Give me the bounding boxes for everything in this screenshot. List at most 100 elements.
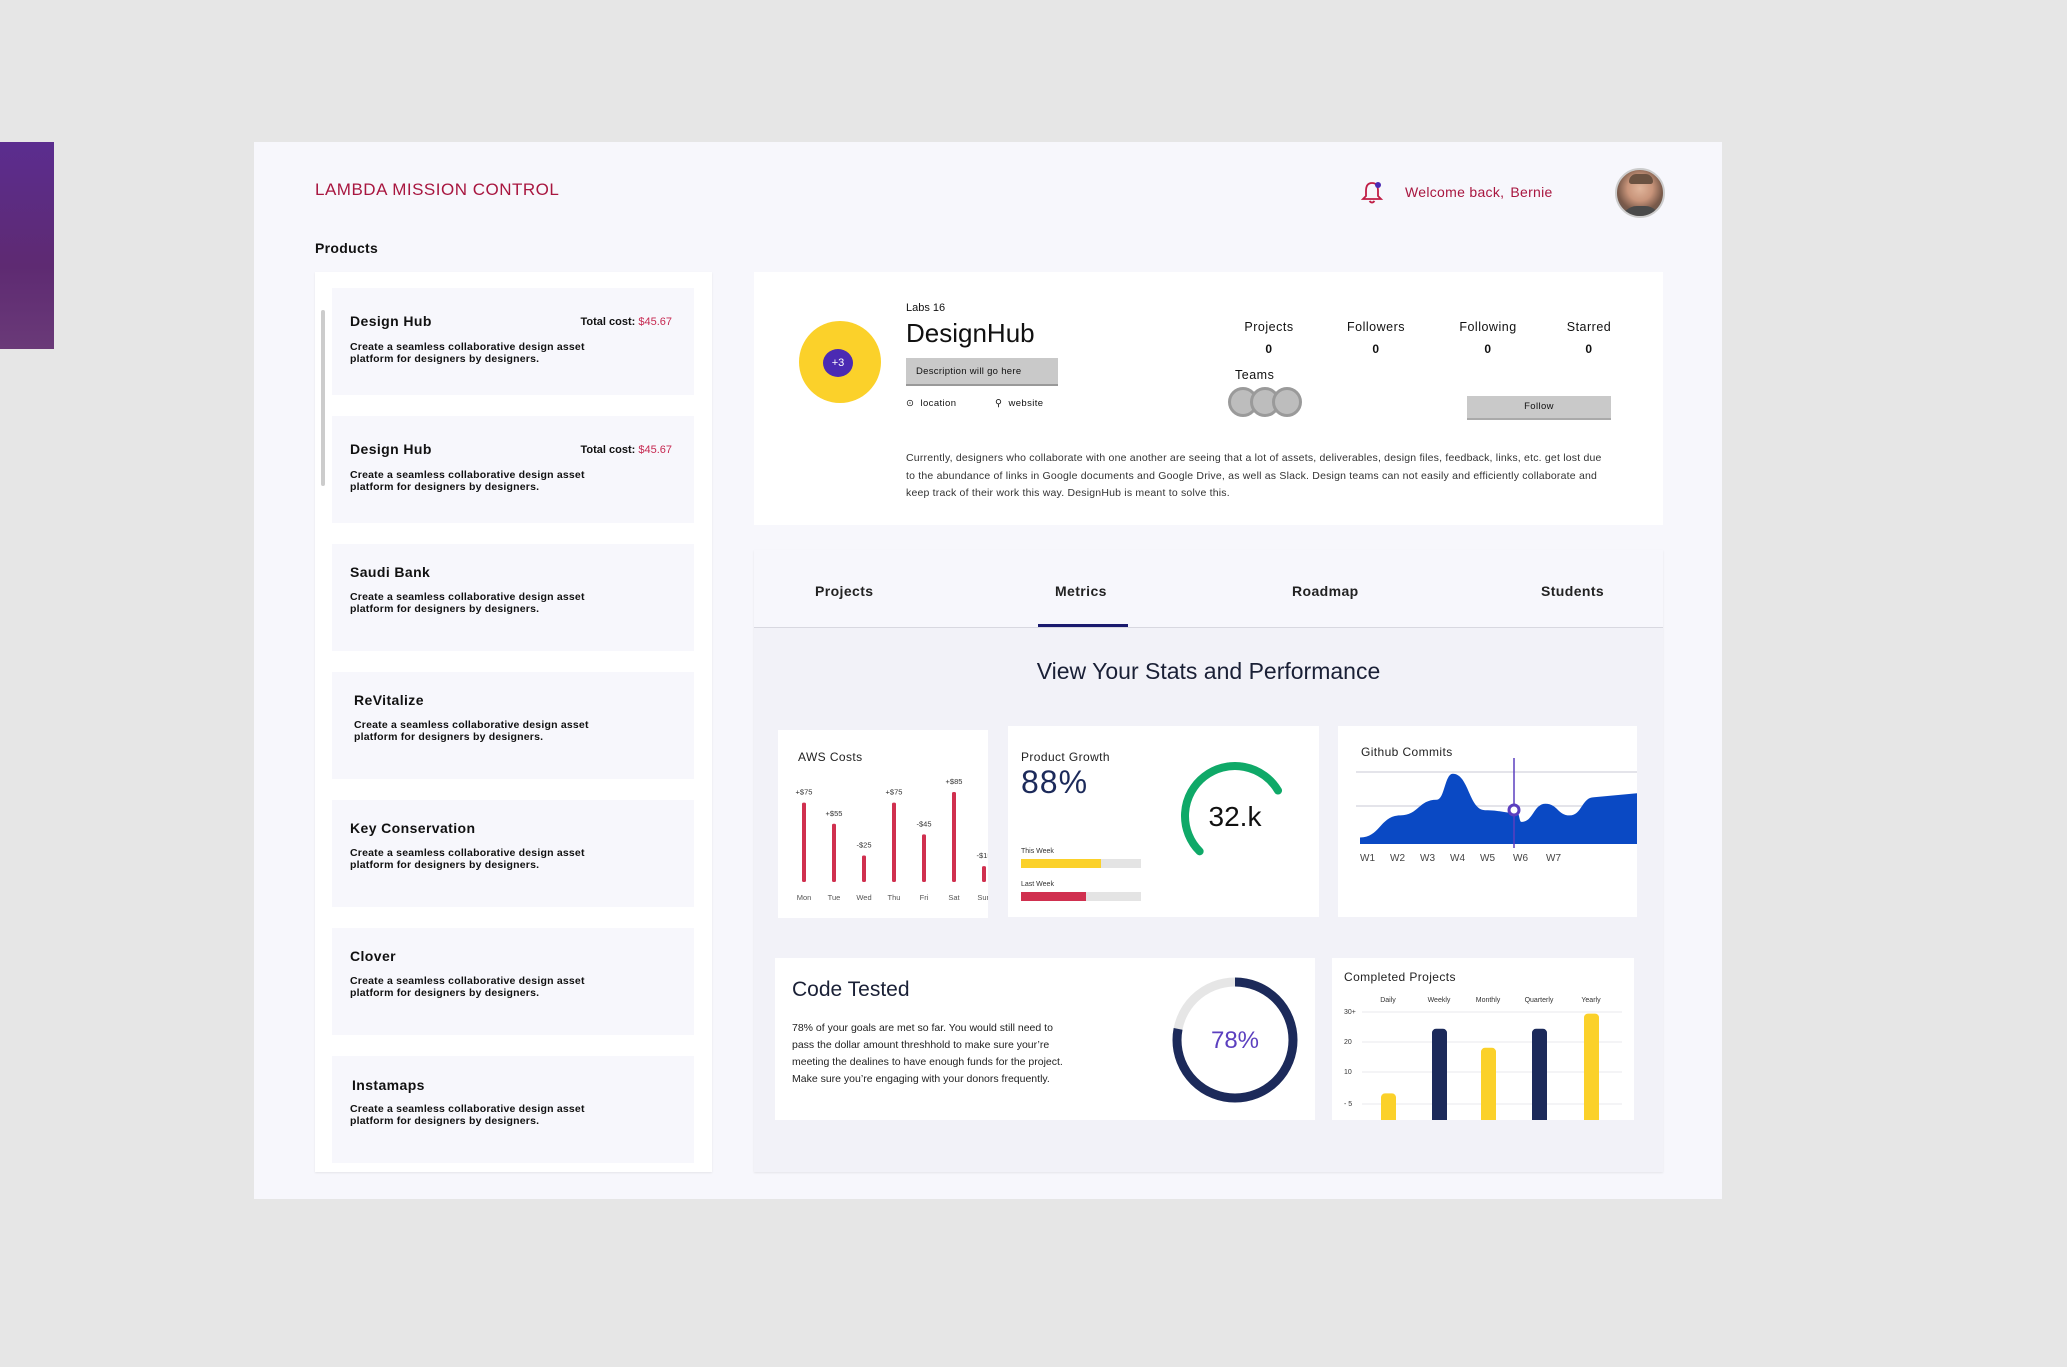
website-link[interactable]: ⚲ website [995, 398, 1043, 409]
week-label: W6 [1513, 853, 1528, 864]
tab-metrics[interactable]: Metrics [1055, 583, 1107, 599]
product-card[interactable]: Key Conservation Create a seamless colla… [332, 800, 694, 907]
stat-label: Followers [1347, 320, 1405, 334]
stat-label: Following [1459, 320, 1517, 334]
week-label: W2 [1390, 853, 1405, 864]
commit-marker-dot [1507, 803, 1521, 817]
product-description: Create a seamless collaborative design a… [350, 341, 585, 365]
aws-bar-label: -$45 [916, 819, 931, 828]
follow-button[interactable]: Follow [1467, 396, 1611, 420]
aws-bar [802, 802, 806, 882]
github-commits-chart: W1 W2 W3 W4 W5 W6 W7 [1356, 758, 1637, 864]
card-title: Product Growth [1021, 750, 1110, 764]
week-label: W3 [1420, 853, 1435, 864]
aws-bar [862, 855, 866, 882]
metrics-panel: Projects Metrics Roadmap Students View Y… [754, 550, 1663, 1172]
aws-costs-chart: +$75 Mon +$55 Tue -$25 Wed +$75 Thu -$45 Fri +$85 S… [796, 777, 988, 902]
product-card[interactable]: Instamaps Create a seamless collaborativ… [332, 1056, 694, 1163]
stat-starred: Starred 0 [1556, 320, 1622, 356]
link-icon: ⚲ [995, 398, 1003, 409]
product-card[interactable]: Design Hub Total cost: $45.67 Create a s… [332, 288, 694, 395]
product-name: Saudi Bank [350, 564, 431, 580]
aws-day-label: Wed [856, 893, 871, 902]
project-profile-card: +3 Labs 16 DesignHub Description will go… [754, 272, 1663, 525]
aws-bar-label: -$15 [976, 851, 988, 860]
teams-label: Teams [1235, 368, 1275, 382]
active-tab-indicator [1038, 624, 1128, 627]
aws-day-label: Sun [977, 893, 988, 902]
stat-projects: Projects 0 [1234, 320, 1304, 356]
products-scrollbar[interactable] [321, 310, 325, 486]
welcome-message: Welcome back, Bernie [1405, 184, 1553, 200]
product-card[interactable]: Clover Create a seamless collaborative d… [332, 928, 694, 1035]
github-commits-card: Github Commits W1 W2 W3 W4 W5 W6 W7 [1338, 726, 1637, 917]
welcome-text: Welcome back, [1405, 184, 1505, 200]
stat-value: 0 [1484, 342, 1492, 356]
product-card[interactable]: Saudi Bank Create a seamless collaborati… [332, 544, 694, 651]
y-tick-label: 10 [1344, 1069, 1352, 1076]
tab-roadmap[interactable]: Roadmap [1292, 583, 1359, 599]
gauge-value: 32.k [1209, 801, 1263, 832]
completed-projects-card: Completed Projects 30+ 20 10- 5 Daily Weekly… [1332, 958, 1634, 1120]
user-name: Bernie [1510, 184, 1553, 200]
tab-students[interactable]: Students [1541, 583, 1604, 599]
last-week-bar [1021, 892, 1141, 901]
ring-percent: 78% [1211, 1027, 1259, 1054]
code-tested-ring: 78% [1172, 977, 1298, 1103]
team-avatar[interactable] [1272, 387, 1302, 417]
this-week-bar [1021, 859, 1141, 868]
location-link[interactable]: ⊙ location [906, 398, 956, 409]
growth-percent: 88% [1021, 764, 1089, 800]
product-card[interactable]: Design Hub Total cost: $45.67 Create a s… [332, 416, 694, 523]
stat-label: Starred [1566, 320, 1612, 334]
product-card[interactable]: ReVitalize Create a seamless collaborati… [332, 672, 694, 779]
aws-bar-label: +$85 [946, 777, 963, 786]
side-accent-strip [0, 142, 54, 349]
labs-label: Labs 16 [906, 302, 946, 314]
completed-bar [1584, 1013, 1599, 1120]
chat-bubble-icon: +3 [823, 349, 853, 377]
brand-title: LAMBDA MISSION CONTROL [315, 180, 560, 199]
aws-bar-label: +$75 [796, 788, 813, 797]
stat-followers: Followers 0 [1338, 320, 1414, 356]
location-text: location [920, 398, 957, 409]
cost-label: Total cost: [580, 316, 636, 328]
cost-amount: $45.67 [638, 316, 672, 328]
tab-bar: Projects Metrics Roadmap Students [754, 550, 1663, 628]
product-growth-card: Product Growth 88% This Week Last Week 3… [1008, 726, 1319, 917]
aws-bar-label: +$55 [826, 809, 843, 818]
category-label: Daily [1380, 997, 1396, 1004]
completed-projects-chart: 30+ 20 10 - 5 Daily Weekly Monthly Quarterly Yea… [1344, 997, 1622, 1120]
stat-label: Projects [1244, 320, 1294, 334]
y-tick-label: 30+ [1344, 1009, 1356, 1016]
website-text: website [1008, 398, 1044, 409]
avatar-hair [1629, 174, 1653, 184]
code-tested-text: 78% of your goals are met so far. You wo… [792, 1022, 1063, 1085]
product-description: Create a seamless collaborative design a… [350, 591, 585, 615]
last-week-fill [1021, 892, 1086, 901]
category-label: Yearly [1581, 997, 1601, 1004]
product-name: Design Hub [350, 441, 432, 457]
week-label: W5 [1480, 853, 1495, 864]
y-tick-label: - 5 [1344, 1101, 1352, 1108]
product-name: Design Hub [350, 313, 432, 329]
category-label: Weekly [1428, 997, 1451, 1004]
bell-icon[interactable] [1360, 180, 1384, 206]
last-week-label: Last Week [1021, 881, 1054, 888]
week-label: W1 [1360, 853, 1375, 864]
this-week-fill [1021, 859, 1102, 868]
completed-bar [1432, 1028, 1447, 1120]
week-label: W4 [1450, 853, 1465, 864]
aws-bar [832, 823, 836, 882]
aws-bar [982, 866, 986, 882]
category-label: Quarterly [1525, 997, 1554, 1004]
location-pin-icon: ⊙ [906, 398, 915, 409]
stat-following: Following 0 [1448, 320, 1528, 356]
completed-bar [1481, 1047, 1496, 1120]
tab-projects[interactable]: Projects [815, 583, 873, 599]
description-placeholder[interactable]: Description will go here [906, 358, 1058, 386]
avatar[interactable] [1615, 168, 1665, 218]
aws-day-label: Mon [797, 893, 812, 902]
week-label: W7 [1546, 853, 1561, 864]
growth-gauge: 32.k [1181, 762, 1283, 856]
